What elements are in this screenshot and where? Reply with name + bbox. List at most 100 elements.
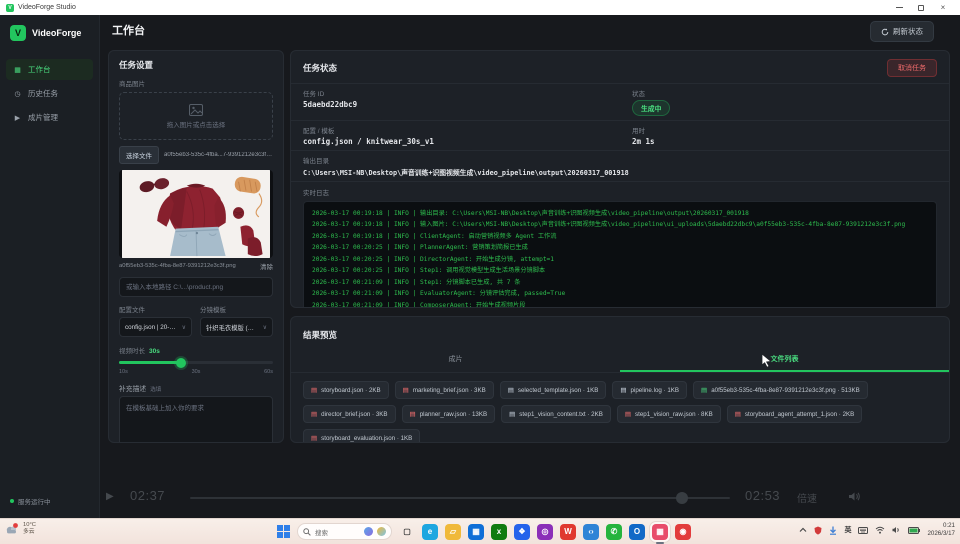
photos[interactable]: ❖ — [514, 523, 530, 540]
log-line: 2026-03-17 00:19:18 | INFO | 输出目录: C:\Us… — [312, 210, 749, 217]
xbox[interactable]: x — [491, 523, 507, 540]
tab-file-list[interactable]: 文件列表 — [620, 349, 949, 372]
nav-history[interactable]: ◷ 历史任务 — [6, 83, 93, 104]
app-window: V VideoForge ▦ 工作台 ◷ 历史任务 ▶ 成片管理 服务运行中 工… — [0, 15, 960, 518]
log-line: 2026-03-17 00:21:09 | INFO | ComposerAge… — [312, 301, 526, 308]
refresh-status-button[interactable]: 刷新状态 — [870, 21, 934, 42]
mail-app[interactable]: O — [629, 523, 645, 540]
maximize-button[interactable] — [910, 0, 932, 15]
file-chip-label: marketing_brief.json · 3KB — [412, 386, 486, 394]
duration-slider[interactable] — [119, 357, 273, 368]
config-file-value: config.json | 20-30s — [125, 323, 179, 331]
minimize-button[interactable] — [888, 0, 910, 15]
file-icon: ▤ — [311, 411, 318, 418]
file-selected-template-json[interactable]: ▤ selected_template.json · 1KB — [499, 381, 607, 399]
panel-result-preview: 结果预览 成片 文件列表 ▤ storyboard.json · 2KB ▤ m… — [290, 316, 950, 443]
cancel-task-button[interactable]: 取消任务 — [887, 59, 937, 77]
file-icon: ▤ — [409, 411, 416, 418]
sidebar: V VideoForge ▦ 工作台 ◷ 历史任务 ▶ 成片管理 服务运行中 — [0, 15, 100, 518]
nav-item-label: 历史任务 — [28, 89, 58, 98]
duration-tick: 10s — [119, 369, 128, 375]
close-button[interactable]: × — [932, 0, 954, 15]
file-icon: ▤ — [311, 435, 318, 442]
choose-file-button[interactable]: 选择文件 — [119, 146, 159, 164]
tab-label: 文件列表 — [770, 356, 799, 363]
file-director-brief-json[interactable]: ▤ director_brief.json · 3KB — [303, 405, 396, 423]
task-view[interactable]: ▢ — [399, 524, 415, 540]
template-select[interactable]: 针织毛衣模版 (单人) ∨ — [200, 317, 273, 337]
volume-icon[interactable] — [848, 491, 861, 502]
description-textarea[interactable] — [119, 396, 273, 442]
tab-final-video[interactable]: 成片 — [291, 349, 620, 372]
log-line: 2026-03-17 00:21:09 | INFO | Step1: 分镜脚本… — [312, 278, 521, 286]
service-status-dot — [10, 499, 14, 503]
media-red-app[interactable]: ◉ — [675, 523, 691, 540]
weather-widget[interactable]: 10°C 多云 — [4, 522, 36, 536]
state-label: 状态 — [632, 91, 645, 98]
wechat[interactable]: ✆ — [606, 523, 622, 540]
log-console[interactable]: 2026-03-17 00:19:18 | INFO | 输出目录: C:\Us… — [303, 201, 937, 308]
file-storyboard-attempt-json[interactable]: ▤ storyboard_agent_attempt_1.json · 2KB — [726, 405, 863, 423]
taskbar-clock[interactable]: 0:21 2026/3/17 — [927, 522, 955, 538]
clear-image-link[interactable]: 清除 — [260, 261, 273, 271]
mouse-cursor — [761, 353, 772, 368]
media-app[interactable]: ◎ — [537, 523, 553, 540]
vscode[interactable]: ‹› — [583, 523, 599, 540]
task-id-label: 任务 ID — [303, 91, 325, 98]
wps-office[interactable]: W — [560, 523, 576, 540]
config-file-select[interactable]: config.json | 20-30s ∨ — [119, 317, 192, 337]
duration-value: 30s — [149, 348, 160, 355]
tray-security-icon[interactable] — [814, 526, 822, 535]
output-dir-cell: 输出目录 C:\Users\MSI-NB\Desktop\声音训练+识图视频生成… — [291, 151, 949, 182]
file-marketing-brief-json[interactable]: ▤ marketing_brief.json · 3KB — [394, 381, 494, 399]
touch-keyboard-icon[interactable] — [858, 526, 869, 534]
upload-hint: 拖入图片或点击选择 — [166, 121, 226, 129]
volume-tray-icon[interactable] — [892, 526, 901, 534]
file-storyboard-json[interactable]: ▤ storyboard.json · 2KB — [303, 381, 389, 399]
file-planner-raw-json[interactable]: ▤ planner_raw.json · 13KB — [401, 405, 496, 423]
output-dir-label: 输出目录 — [303, 158, 329, 165]
nav-workbench[interactable]: ▦ 工作台 — [6, 59, 93, 80]
file-chip-label: planner_raw.json · 13KB — [419, 410, 488, 418]
local-path-input[interactable] — [119, 277, 273, 297]
wifi-icon[interactable] — [875, 526, 885, 534]
playback-speed-button[interactable]: 倍速 — [797, 490, 817, 505]
tray-expand-chevron-icon[interactable] — [799, 527, 807, 533]
microsoft-store[interactable]: ▦ — [468, 523, 484, 540]
seek-knob[interactable] — [676, 492, 688, 504]
minimize-icon — [895, 7, 903, 8]
state-cell: 状态 生成中 — [620, 84, 949, 121]
tray-download-icon[interactable] — [829, 526, 837, 535]
file-storyboard-evaluation-json[interactable]: ▤ storyboard_evaluation.json · 1KB — [303, 429, 421, 442]
product-image-preview[interactable] — [119, 170, 273, 258]
file-chip-label: a0f55eb3-535c-4fba-8e87-9391212e3c3f.png… — [711, 386, 860, 394]
settings-title: 任务设置 — [119, 60, 154, 70]
battery-icon[interactable] — [908, 526, 921, 534]
service-status-label: 服务运行中 — [18, 499, 51, 506]
file-icon: ▤ — [402, 387, 409, 394]
file-explorer[interactable]: ▱ — [445, 523, 461, 540]
duration-tick: 30s — [191, 369, 201, 375]
file-chip-label: step1_vision_content.txt · 2KB — [519, 410, 603, 418]
taskbar-search-box[interactable]: 搜索 — [297, 523, 392, 540]
file-pipeline-log[interactable]: ▤ pipeline.log · 1KB — [612, 381, 688, 399]
file-step1-vision-content-txt[interactable]: ▤ step1_vision_content.txt · 2KB — [501, 405, 611, 423]
tray-time: 0:21 — [942, 522, 955, 529]
play-button[interactable]: ▶ — [106, 491, 114, 502]
tray-date: 2026/3/17 — [927, 530, 955, 538]
status-title: 任务状态 — [303, 63, 338, 73]
output-dir-value: C:\Users\MSI-NB\Desktop\声音训练+识图视频生成\vide… — [303, 169, 629, 177]
file-product-png[interactable]: ▤ a0f55eb3-535c-4fba-8e87-9391212e3c3f.p… — [693, 381, 868, 399]
seek-bar[interactable] — [190, 492, 730, 504]
duration-slider-knob[interactable] — [175, 357, 186, 368]
file-step1-vision-raw-json[interactable]: ▤ step1_vision_raw.json · 8KB — [616, 405, 721, 423]
template-value: 针织毛衣模版 (单人) — [206, 324, 260, 332]
ime-language-indicator[interactable]: 英 — [844, 525, 851, 535]
weather-condition: 多云 — [23, 529, 35, 536]
nav-films[interactable]: ▶ 成片管理 — [6, 107, 93, 128]
image-dropzone[interactable]: 拖入图片或点击选择 — [119, 92, 273, 140]
edge-browser[interactable]: e — [422, 523, 438, 540]
videoforge-studio-running[interactable]: ▦ — [652, 523, 668, 544]
file-chip-label: storyboard_evaluation.json · 1KB — [321, 434, 413, 442]
start-button[interactable] — [277, 525, 290, 538]
